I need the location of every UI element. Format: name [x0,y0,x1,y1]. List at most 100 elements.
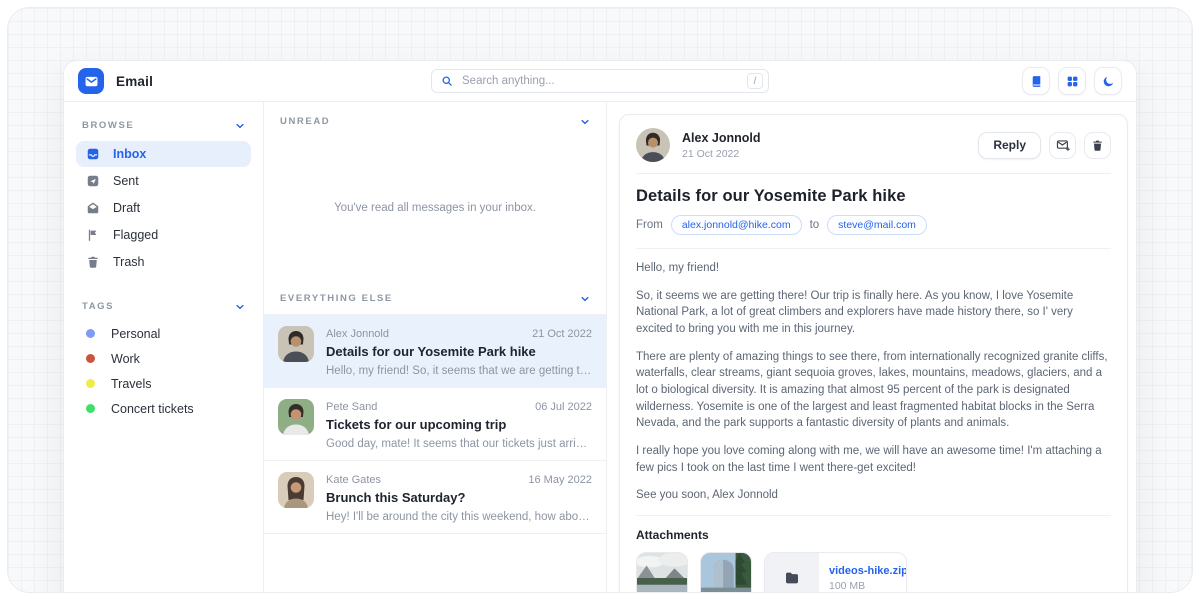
attachment-file-size: 100 MB [829,580,896,592]
avatar [278,399,314,435]
sidebar-item-label: Inbox [113,147,146,161]
email-subject: Details for our Yosemite Park hike [326,344,592,359]
to-email-pill[interactable]: steve@mail.com [827,215,927,235]
search-bar[interactable]: / [431,69,769,93]
email-body: Hello, my friend! So, it seems we are ge… [636,260,1111,504]
tags-section-header[interactable]: TAGS [76,293,251,321]
email-preview: Hey! I'll be around the city this weeken… [326,511,592,523]
tag-dot [86,354,95,363]
chevron-down-icon [580,294,590,304]
detail-date: 21 Oct 2022 [682,148,760,160]
dark-mode-button[interactable] [1094,67,1122,95]
search-input[interactable] [460,74,747,88]
chevron-down-icon [235,302,245,312]
from-label: From [636,219,663,231]
attachment-thumbnail-valley[interactable] [636,552,688,593]
avatar [278,472,314,508]
tag-label: Personal [111,327,160,341]
divider [636,515,1111,516]
email-list-item[interactable]: Pete Sand 06 Jul 2022 Tickets for our up… [264,388,606,461]
email-preview: Good day, mate! It seems that our ticket… [326,438,592,450]
message-list-column: UNREAD You've read all messages in your … [264,102,607,593]
window-frame: Email / BROW [7,7,1193,593]
tag-label: Concert tickets [111,402,194,416]
unread-empty-message: You've read all messages in your inbox. [264,135,606,281]
email-date: 06 Jul 2022 [535,401,592,413]
body-paragraph: Hello, my friend! [636,260,1111,277]
everything-else-section-header[interactable]: EVERYTHING ELSE [264,281,606,314]
attachment-thumbnail-half-dome[interactable] [700,552,752,593]
flag-icon [86,228,100,242]
detail-area: Alex Jonnold 21 Oct 2022 Reply [607,102,1136,593]
from-to-row: From alex.jonnold@hike.com to steve@mail… [636,215,1111,235]
mark-unread-button[interactable] [1049,132,1076,159]
browse-label: BROWSE [82,120,134,131]
book-icon [1030,75,1043,88]
divider [636,173,1111,174]
reply-button[interactable]: Reply [978,132,1041,159]
sidebar-item-trash[interactable]: Trash [76,249,251,275]
tag-item-travels[interactable]: Travels [76,371,251,396]
avatar [278,326,314,362]
sidebar-item-label: Trash [113,255,145,269]
trash-icon [1091,139,1104,152]
attachment-file-card[interactable]: videos-hike.zip 100 MB [764,552,907,593]
sender-name: Alex Jonnold [326,328,389,340]
apps-grid-button[interactable] [1058,67,1086,95]
tags-section: TAGS Personal Work Travels [76,293,251,421]
moon-icon [1102,75,1115,88]
body-paragraph: See you soon, Alex Jonnold [636,487,1111,504]
browse-section-header[interactable]: BROWSE [76,112,251,140]
tag-item-personal[interactable]: Personal [76,321,251,346]
attachments-label: Attachments [636,528,1111,542]
tag-dot [86,404,95,413]
search-shortcut-badge: / [747,73,763,89]
detail-subject: Details for our Yosemite Park hike [636,187,1111,206]
from-email-pill[interactable]: alex.jonnold@hike.com [671,215,802,235]
delete-button[interactable] [1084,132,1111,159]
bookmark-button[interactable] [1022,67,1050,95]
attachments-row: videos-hike.zip 100 MB [636,552,1111,593]
tag-dot [86,329,95,338]
sidebar-item-label: Flagged [113,228,158,242]
sidebar-item-draft[interactable]: Draft [76,195,251,221]
main-layout: BROWSE Inbox Sent Draft Flagged [64,102,1136,593]
sidebar-item-label: Sent [113,174,139,188]
email-detail-panel: Alex Jonnold 21 Oct 2022 Reply [619,114,1128,593]
body-paragraph: There are plenty of amazing things to se… [636,349,1111,432]
divider [636,248,1111,249]
tag-item-work[interactable]: Work [76,346,251,371]
email-list-item[interactable]: Kate Gates 16 May 2022 Brunch this Satur… [264,461,606,534]
email-logo-icon [84,74,99,89]
tag-label: Work [111,352,140,366]
topbar: Email / [64,61,1136,102]
unread-section-header[interactable]: UNREAD [264,102,606,135]
attachment-file-name: videos-hike.zip [829,565,896,577]
email-date: 21 Oct 2022 [532,328,592,340]
email-subject: Brunch this Saturday? [326,490,592,505]
body-paragraph: I really hope you love coming along with… [636,443,1111,476]
email-list-item[interactable]: Alex Jonnold 21 Oct 2022 Details for our… [264,314,606,388]
chevron-down-icon [580,117,590,127]
tag-dot [86,379,95,388]
apps-grid-icon [1066,75,1079,88]
tag-item-concert-tickets[interactable]: Concert tickets [76,396,251,421]
sender-name: Kate Gates [326,474,381,486]
sidebar-item-inbox[interactable]: Inbox [76,141,251,167]
unread-label: UNREAD [280,116,330,127]
tags-label: TAGS [82,301,114,312]
search-icon [441,75,453,87]
chevron-down-icon [235,121,245,131]
app-logo[interactable] [78,68,104,94]
inbox-icon [86,147,100,161]
sender-name: Pete Sand [326,401,377,413]
detail-sender-name: Alex Jonnold [682,131,760,145]
detail-header: Alex Jonnold 21 Oct 2022 Reply [636,128,1111,162]
sidebar-item-flagged[interactable]: Flagged [76,222,251,248]
detail-actions: Reply [978,132,1111,159]
sent-icon [86,174,100,188]
topbar-actions [1022,67,1122,95]
sidebar-item-sent[interactable]: Sent [76,168,251,194]
app-title: Email [116,74,153,89]
trash-icon [86,255,100,269]
